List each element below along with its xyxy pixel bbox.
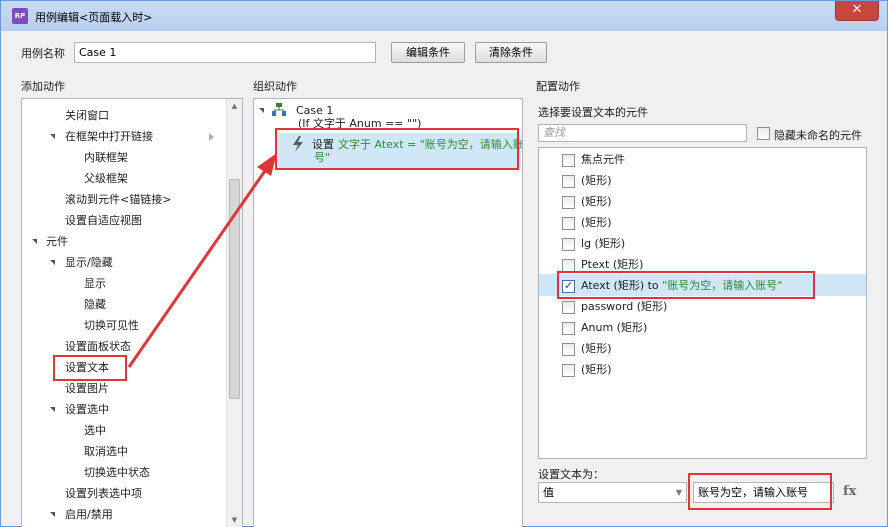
case-editor-dialog: RP 用例编辑<页面载入时> ✕ 用例名称 Case 1 编辑条件 清除条件 添… <box>0 0 888 527</box>
annotation-arrow <box>127 153 277 368</box>
